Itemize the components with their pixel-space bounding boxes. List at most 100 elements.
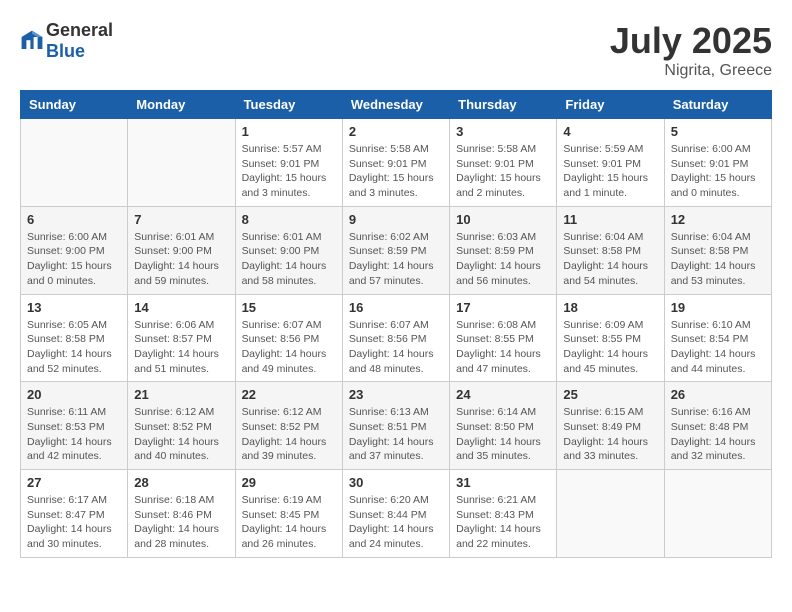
weekday-header-thursday: Thursday: [450, 91, 557, 119]
day-number: 8: [242, 212, 336, 227]
day-info: Sunrise: 6:19 AM Sunset: 8:45 PM Dayligh…: [242, 493, 336, 552]
calendar-cell: 22 Sunrise: 6:12 AM Sunset: 8:52 PM Dayli…: [235, 382, 342, 470]
day-number: 25: [563, 387, 657, 402]
calendar-cell: 13 Sunrise: 6:05 AM Sunset: 8:58 PM Dayli…: [21, 294, 128, 382]
day-info: Sunrise: 6:02 AM Sunset: 8:59 PM Dayligh…: [349, 230, 443, 289]
calendar-cell: 19 Sunrise: 6:10 AM Sunset: 8:54 PM Dayli…: [664, 294, 771, 382]
day-number: 4: [563, 124, 657, 139]
weekday-header-saturday: Saturday: [664, 91, 771, 119]
day-info: Sunrise: 6:21 AM Sunset: 8:43 PM Dayligh…: [456, 493, 550, 552]
day-number: 20: [27, 387, 121, 402]
day-number: 1: [242, 124, 336, 139]
calendar-cell: 10 Sunrise: 6:03 AM Sunset: 8:59 PM Dayli…: [450, 206, 557, 294]
day-info: Sunrise: 6:12 AM Sunset: 8:52 PM Dayligh…: [134, 405, 228, 464]
day-info: Sunrise: 6:17 AM Sunset: 8:47 PM Dayligh…: [27, 493, 121, 552]
page-header: General Blue July 2025 Nigrita, Greece: [20, 20, 772, 80]
day-number: 22: [242, 387, 336, 402]
calendar-week-row: 6 Sunrise: 6:00 AM Sunset: 9:00 PM Daylig…: [21, 206, 772, 294]
logo-text-general: General: [46, 20, 113, 40]
day-info: Sunrise: 6:00 AM Sunset: 9:00 PM Dayligh…: [27, 230, 121, 289]
calendar-cell: 21 Sunrise: 6:12 AM Sunset: 8:52 PM Dayli…: [128, 382, 235, 470]
day-info: Sunrise: 5:59 AM Sunset: 9:01 PM Dayligh…: [563, 142, 657, 201]
day-info: Sunrise: 6:07 AM Sunset: 8:56 PM Dayligh…: [349, 318, 443, 377]
day-number: 28: [134, 475, 228, 490]
day-info: Sunrise: 6:01 AM Sunset: 9:00 PM Dayligh…: [242, 230, 336, 289]
day-info: Sunrise: 6:05 AM Sunset: 8:58 PM Dayligh…: [27, 318, 121, 377]
day-info: Sunrise: 6:10 AM Sunset: 8:54 PM Dayligh…: [671, 318, 765, 377]
day-number: 15: [242, 300, 336, 315]
calendar-cell: 14 Sunrise: 6:06 AM Sunset: 8:57 PM Dayli…: [128, 294, 235, 382]
day-number: 9: [349, 212, 443, 227]
day-info: Sunrise: 6:14 AM Sunset: 8:50 PM Dayligh…: [456, 405, 550, 464]
calendar-cell: 11Sunrise: 6:04 AM Sunset: 8:58 PM Dayli…: [557, 206, 664, 294]
calendar-cell: 24 Sunrise: 6:14 AM Sunset: 8:50 PM Dayli…: [450, 382, 557, 470]
calendar-cell: 18 Sunrise: 6:09 AM Sunset: 8:55 PM Dayli…: [557, 294, 664, 382]
day-number: 14: [134, 300, 228, 315]
calendar: SundayMondayTuesdayWednesdayThursdayFrid…: [20, 90, 772, 558]
calendar-cell: 28 Sunrise: 6:18 AM Sunset: 8:46 PM Dayli…: [128, 470, 235, 558]
day-number: 24: [456, 387, 550, 402]
calendar-week-row: 20Sunrise: 6:11 AM Sunset: 8:53 PM Dayli…: [21, 382, 772, 470]
day-number: 16: [349, 300, 443, 315]
logo-icon: [20, 29, 44, 53]
day-number: 13: [27, 300, 121, 315]
calendar-cell: 23Sunrise: 6:13 AM Sunset: 8:51 PM Dayli…: [342, 382, 449, 470]
day-number: 27: [27, 475, 121, 490]
day-info: Sunrise: 6:15 AM Sunset: 8:49 PM Dayligh…: [563, 405, 657, 464]
calendar-cell: [664, 470, 771, 558]
calendar-cell: 2Sunrise: 5:58 AM Sunset: 9:01 PM Daylig…: [342, 119, 449, 207]
weekday-header-tuesday: Tuesday: [235, 91, 342, 119]
day-number: 19: [671, 300, 765, 315]
day-number: 12: [671, 212, 765, 227]
day-number: 26: [671, 387, 765, 402]
day-number: 23: [349, 387, 443, 402]
logo-text-blue: Blue: [46, 41, 85, 61]
calendar-week-row: 27 Sunrise: 6:17 AM Sunset: 8:47 PM Dayli…: [21, 470, 772, 558]
calendar-cell: 8 Sunrise: 6:01 AM Sunset: 9:00 PM Daylig…: [235, 206, 342, 294]
calendar-cell: 12 Sunrise: 6:04 AM Sunset: 8:58 PM Dayli…: [664, 206, 771, 294]
weekday-header-sunday: Sunday: [21, 91, 128, 119]
day-info: Sunrise: 6:06 AM Sunset: 8:57 PM Dayligh…: [134, 318, 228, 377]
day-info: Sunrise: 6:03 AM Sunset: 8:59 PM Dayligh…: [456, 230, 550, 289]
calendar-cell: 9 Sunrise: 6:02 AM Sunset: 8:59 PM Daylig…: [342, 206, 449, 294]
day-info: Sunrise: 5:57 AM Sunset: 9:01 PM Dayligh…: [242, 142, 336, 201]
day-info: Sunrise: 6:04 AM Sunset: 8:58 PM Dayligh…: [671, 230, 765, 289]
calendar-cell: 16 Sunrise: 6:07 AM Sunset: 8:56 PM Dayli…: [342, 294, 449, 382]
day-info: Sunrise: 6:20 AM Sunset: 8:44 PM Dayligh…: [349, 493, 443, 552]
day-number: 31: [456, 475, 550, 490]
calendar-week-row: 13 Sunrise: 6:05 AM Sunset: 8:58 PM Dayli…: [21, 294, 772, 382]
day-number: 21: [134, 387, 228, 402]
day-info: Sunrise: 5:58 AM Sunset: 9:01 PM Dayligh…: [349, 142, 443, 201]
calendar-cell: [128, 119, 235, 207]
calendar-cell: 4 Sunrise: 5:59 AM Sunset: 9:01 PM Daylig…: [557, 119, 664, 207]
calendar-cell: [557, 470, 664, 558]
calendar-cell: 6 Sunrise: 6:00 AM Sunset: 9:00 PM Daylig…: [21, 206, 128, 294]
day-number: 6: [27, 212, 121, 227]
calendar-cell: 3Sunrise: 5:58 AM Sunset: 9:01 PM Daylig…: [450, 119, 557, 207]
day-number: 18: [563, 300, 657, 315]
day-info: Sunrise: 6:01 AM Sunset: 9:00 PM Dayligh…: [134, 230, 228, 289]
calendar-week-row: 1 Sunrise: 5:57 AM Sunset: 9:01 PM Daylig…: [21, 119, 772, 207]
calendar-cell: 29Sunrise: 6:19 AM Sunset: 8:45 PM Dayli…: [235, 470, 342, 558]
calendar-cell: 5Sunrise: 6:00 AM Sunset: 9:01 PM Daylig…: [664, 119, 771, 207]
day-number: 7: [134, 212, 228, 227]
calendar-cell: 25 Sunrise: 6:15 AM Sunset: 8:49 PM Dayli…: [557, 382, 664, 470]
day-number: 10: [456, 212, 550, 227]
calendar-cell: 1 Sunrise: 5:57 AM Sunset: 9:01 PM Daylig…: [235, 119, 342, 207]
day-info: Sunrise: 6:00 AM Sunset: 9:01 PM Dayligh…: [671, 142, 765, 201]
title-block: July 2025 Nigrita, Greece: [610, 20, 772, 80]
calendar-cell: 27 Sunrise: 6:17 AM Sunset: 8:47 PM Dayli…: [21, 470, 128, 558]
calendar-cell: [21, 119, 128, 207]
month-title: July 2025: [610, 20, 772, 62]
weekday-header-monday: Monday: [128, 91, 235, 119]
day-info: Sunrise: 6:08 AM Sunset: 8:55 PM Dayligh…: [456, 318, 550, 377]
day-number: 30: [349, 475, 443, 490]
day-info: Sunrise: 6:12 AM Sunset: 8:52 PM Dayligh…: [242, 405, 336, 464]
day-info: Sunrise: 6:09 AM Sunset: 8:55 PM Dayligh…: [563, 318, 657, 377]
day-info: Sunrise: 6:18 AM Sunset: 8:46 PM Dayligh…: [134, 493, 228, 552]
day-number: 17: [456, 300, 550, 315]
calendar-cell: 31 Sunrise: 6:21 AM Sunset: 8:43 PM Dayli…: [450, 470, 557, 558]
day-number: 3: [456, 124, 550, 139]
location-title: Nigrita, Greece: [610, 62, 772, 80]
day-info: Sunrise: 6:07 AM Sunset: 8:56 PM Dayligh…: [242, 318, 336, 377]
